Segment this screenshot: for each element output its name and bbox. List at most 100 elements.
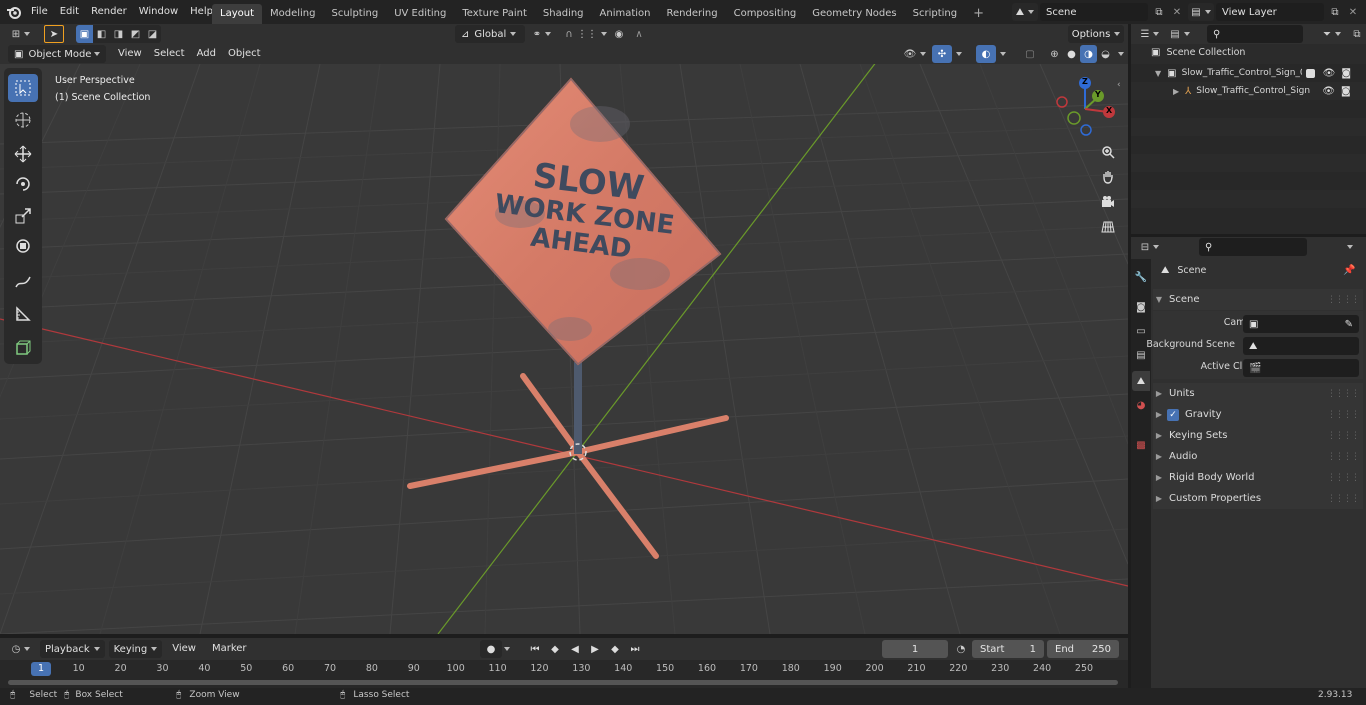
- outliner-search-input[interactable]: ⚲: [1207, 25, 1303, 43]
- expand-arrow-icon[interactable]: ▶: [1173, 87, 1179, 96]
- scale-tool-icon[interactable]: [8, 202, 38, 230]
- viewport-menu-view[interactable]: View: [112, 44, 148, 64]
- panel-custom-properties[interactable]: ▶ Custom Properties ⋮⋮⋮⋮: [1153, 488, 1363, 509]
- tab-texture-paint[interactable]: Texture Paint: [454, 4, 535, 24]
- gravity-checkbox[interactable]: ✓: [1167, 408, 1179, 421]
- editor-type-icon[interactable]: ⊞: [8, 25, 34, 43]
- select-box-tool-icon[interactable]: [8, 74, 38, 102]
- camera-view-icon[interactable]: [1097, 191, 1119, 213]
- overlay-dropdown-icon[interactable]: [1000, 45, 1010, 63]
- play-icon[interactable]: ▶: [586, 640, 604, 658]
- perspective-toggle-icon[interactable]: [1097, 216, 1119, 238]
- delete-view-layer-icon[interactable]: ✕: [1344, 3, 1362, 21]
- keying-menu[interactable]: Keying: [108, 640, 163, 658]
- jump-end-icon[interactable]: ⏭: [626, 640, 644, 658]
- new-scene-icon[interactable]: ⧉: [1150, 3, 1168, 21]
- render-camera-icon[interactable]: ◙: [1341, 68, 1351, 79]
- shading-dropdown-icon[interactable]: [1118, 45, 1128, 63]
- expand-arrow-icon[interactable]: ▼: [1155, 69, 1161, 78]
- tab-modeling[interactable]: Modeling: [262, 4, 324, 24]
- world-tab-icon[interactable]: ◕: [1132, 395, 1150, 415]
- current-frame-field[interactable]: 1: [882, 640, 948, 658]
- shading-wireframe-icon[interactable]: ⊕: [1046, 45, 1063, 63]
- menu-render[interactable]: Render: [85, 0, 133, 24]
- pin-icon[interactable]: 📌: [1343, 265, 1355, 276]
- options-dropdown[interactable]: Options: [1068, 25, 1124, 43]
- menu-file[interactable]: File: [25, 0, 54, 24]
- xray-toggle-icon[interactable]: ▢: [1020, 45, 1040, 63]
- transform-orientation-dropdown[interactable]: ⊿ Global: [455, 25, 525, 43]
- mode-dropdown[interactable]: ▣ Object Mode: [8, 45, 106, 63]
- menu-window[interactable]: Window: [133, 0, 184, 24]
- select-tool-icon[interactable]: ➤: [44, 25, 64, 43]
- add-workspace-button[interactable]: +: [965, 4, 992, 24]
- end-frame-field[interactable]: End 250: [1047, 640, 1119, 658]
- playback-menu[interactable]: Playback: [40, 640, 105, 658]
- render-tab-icon[interactable]: ◙: [1132, 297, 1150, 317]
- proportional-edit-icon[interactable]: ◉: [609, 25, 629, 43]
- rotate-tool-icon[interactable]: [8, 170, 38, 198]
- blender-logo-icon[interactable]: [6, 0, 22, 24]
- new-collection-icon[interactable]: ⧉: [1349, 25, 1365, 43]
- render-camera-icon[interactable]: ◙: [1341, 86, 1351, 97]
- view-layer-field[interactable]: View Layer: [1216, 3, 1324, 21]
- tab-rendering[interactable]: Rendering: [659, 4, 726, 24]
- panel-scene[interactable]: ▼ Scene ⋮⋮⋮⋮: [1153, 289, 1363, 310]
- start-frame-field[interactable]: Start 1: [972, 640, 1044, 658]
- panel-units[interactable]: ▶ Units ⋮⋮⋮⋮: [1153, 383, 1363, 404]
- timeline-marker-menu[interactable]: Marker: [206, 640, 253, 658]
- properties-search-input[interactable]: ⚲: [1199, 238, 1307, 256]
- gizmo-dropdown-icon[interactable]: [956, 45, 966, 63]
- shading-solid-icon[interactable]: ●: [1063, 45, 1080, 63]
- pivot-point-icon[interactable]: ⚭: [529, 25, 555, 43]
- tab-sculpting[interactable]: Sculpting: [324, 4, 387, 24]
- prev-keyframe-icon[interactable]: ◆: [546, 640, 564, 658]
- shading-material-icon[interactable]: ◑: [1080, 45, 1097, 63]
- jump-start-icon[interactable]: ⏮: [526, 640, 544, 658]
- tab-compositing[interactable]: Compositing: [726, 4, 805, 24]
- annotate-tool-icon[interactable]: [8, 268, 38, 296]
- next-keyframe-icon[interactable]: ◆: [606, 640, 624, 658]
- shading-rendered-icon[interactable]: ◒: [1097, 45, 1114, 63]
- camera-field[interactable]: ▣ ✎: [1243, 315, 1359, 333]
- viewport-menu-object[interactable]: Object: [222, 44, 267, 64]
- panel-rigid-body-world[interactable]: ▶ Rigid Body World ⋮⋮⋮⋮: [1153, 467, 1363, 488]
- snap-toggle-icon[interactable]: ∩: [559, 25, 579, 43]
- select-mode-intersect-icon[interactable]: ◪: [144, 25, 161, 43]
- preview-range-icon[interactable]: ◔: [952, 640, 970, 658]
- snap-target-icon[interactable]: ⋮⋮: [577, 25, 607, 43]
- properties-editor-type-icon[interactable]: ⊟: [1137, 238, 1163, 256]
- record-keyframe-icon[interactable]: ●: [480, 640, 502, 658]
- cursor-tool-icon[interactable]: [8, 106, 38, 134]
- scene-selector-icon[interactable]: ⛰: [1012, 3, 1038, 21]
- tab-animation[interactable]: Animation: [592, 4, 659, 24]
- active-clip-field[interactable]: 🎬: [1243, 359, 1359, 377]
- texture-tab-icon[interactable]: ▩: [1132, 435, 1150, 455]
- 3d-viewport[interactable]: SLOW WORK ZONE AHEAD User Perspective (1…: [0, 64, 1128, 634]
- delete-scene-icon[interactable]: ✕: [1168, 3, 1186, 21]
- visibility-icon[interactable]: 👁: [902, 45, 928, 63]
- background-scene-field[interactable]: ⛰: [1243, 337, 1359, 355]
- select-mode-new-icon[interactable]: ▣: [76, 25, 93, 43]
- transform-tool-icon[interactable]: [8, 232, 38, 260]
- visibility-eye-icon[interactable]: 👁: [1323, 68, 1336, 79]
- select-mode-extend-icon[interactable]: ◧: [93, 25, 110, 43]
- viewport-menu-select[interactable]: Select: [148, 44, 191, 64]
- outliner-row-collection[interactable]: ▼ ▣ Slow_Traffic_Control_Sign_00 👁 ◙: [1131, 64, 1366, 82]
- outliner-row-object[interactable]: ▶ ⅄ Slow_Traffic_Control_Sign 👁 ◙: [1131, 82, 1366, 100]
- output-tab-icon[interactable]: ▭: [1132, 321, 1150, 341]
- tab-layout[interactable]: Layout: [212, 4, 262, 24]
- outliner-root[interactable]: ▣ Scene Collection: [1151, 47, 1245, 58]
- measure-tool-icon[interactable]: [8, 300, 38, 328]
- new-view-layer-icon[interactable]: ⧉: [1326, 3, 1344, 21]
- viewport-menu-add[interactable]: Add: [191, 44, 222, 64]
- pan-view-icon[interactable]: [1097, 166, 1119, 188]
- add-cube-tool-icon[interactable]: [8, 334, 38, 362]
- properties-options-icon[interactable]: [1341, 238, 1359, 256]
- outliner-editor-type-icon[interactable]: ☰: [1137, 25, 1163, 43]
- visibility-eye-icon[interactable]: 👁: [1322, 86, 1335, 97]
- keying-options-icon[interactable]: [504, 640, 518, 658]
- timeline-editor-type-icon[interactable]: ◷: [8, 640, 34, 658]
- tool-tab-icon[interactable]: 🔧: [1132, 267, 1150, 287]
- filter-icon[interactable]: ⏷: [1319, 25, 1345, 43]
